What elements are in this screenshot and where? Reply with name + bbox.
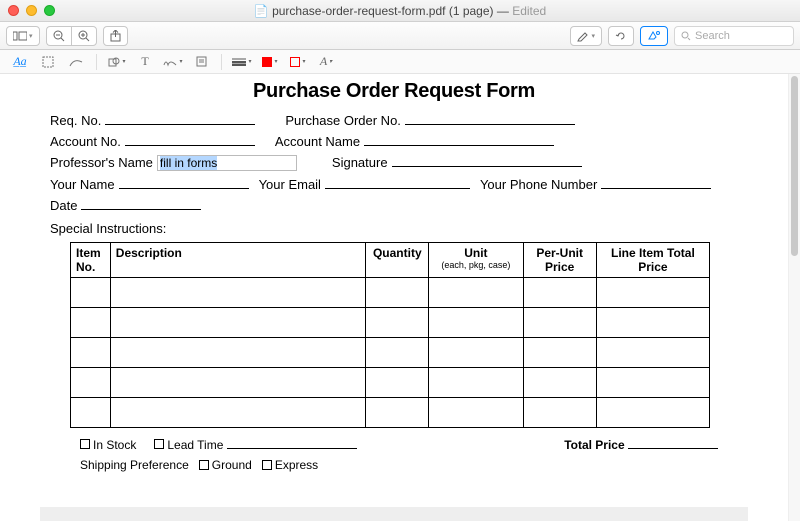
col-line-total: Line Item Total Price [596,243,709,278]
text-tool[interactable]: T [133,53,157,71]
col-item-no: Item No. [71,243,111,278]
professor-name-field[interactable]: fill in forms [157,155,297,171]
your-name-label: Your Name [50,177,115,192]
rotate-button[interactable] [608,26,634,46]
shapes-tool[interactable]: ▾ [105,53,129,71]
markup-toolbar: A̲a̲ ▾ T ▾ ▾ ▾ ▾ A▾ [0,50,800,74]
table-row[interactable] [71,368,710,398]
line-items-table: Item No. Description Quantity Unit(each,… [70,242,710,428]
sign-tool[interactable]: ▾ [161,53,185,71]
in-stock-checkbox[interactable] [80,439,90,449]
traffic-lights [8,5,55,16]
your-email-field[interactable] [325,175,470,189]
table-row[interactable] [71,308,710,338]
signature-field[interactable] [392,153,582,167]
lead-time-label: Lead Time [167,438,223,452]
total-price-field[interactable] [628,448,718,449]
text-style-tool[interactable]: A▾ [314,53,338,71]
document-viewport[interactable]: Purchase Order Request Form Req. No. Pur… [0,74,788,521]
fill-color-tool[interactable]: ▾ [286,53,310,71]
col-unit: Unit(each, pkg, case) [429,243,523,278]
professor-name-label: Professor's Name [50,155,153,170]
note-tool[interactable] [189,53,213,71]
highlight-button[interactable]: ▾ [570,26,602,46]
sketch-tool[interactable] [64,53,88,71]
minimize-window-button[interactable] [26,5,37,16]
your-phone-field[interactable] [601,175,711,189]
date-field[interactable] [81,196,201,210]
account-no-label: Account No. [50,134,121,149]
date-label: Date [50,198,77,213]
share-button[interactable] [103,26,128,46]
table-row[interactable] [71,278,710,308]
table-row[interactable] [71,338,710,368]
col-description: Description [110,243,366,278]
scrollbar-thumb[interactable] [791,76,798,256]
account-no-field[interactable] [125,132,255,146]
signature-label: Signature [332,155,388,170]
po-no-label: Purchase Order No. [285,113,401,128]
window-title: 📄 purchase-order-request-form.pdf (1 pag… [0,4,800,18]
border-color-tool[interactable]: ▾ [258,53,282,71]
ground-label: Ground [212,458,252,472]
table-row[interactable] [71,398,710,428]
close-window-button[interactable] [8,5,19,16]
main-toolbar: ▾ ▾ Search [0,22,800,50]
lead-time-field[interactable] [227,448,357,449]
zoom-in-button[interactable] [71,26,97,46]
your-email-label: Your Email [259,177,321,192]
rectangular-selection-tool[interactable] [36,53,60,71]
account-name-field[interactable] [364,132,554,146]
zoom-out-button[interactable] [46,26,71,46]
lead-time-checkbox[interactable] [154,439,164,449]
text-selection-tool[interactable]: A̲a̲ [8,53,32,71]
express-label: Express [275,458,318,472]
col-per-unit-price: Per-Unit Price [523,243,596,278]
zoom-window-button[interactable] [44,5,55,16]
window-titlebar: 📄 purchase-order-request-form.pdf (1 pag… [0,0,800,22]
your-name-field[interactable] [119,175,249,189]
form-title: Purchase Order Request Form [50,80,738,103]
col-quantity: Quantity [366,243,429,278]
req-no-field[interactable] [105,111,255,125]
special-instructions-label: Special Instructions: [50,221,738,236]
express-checkbox[interactable] [262,460,272,470]
account-name-label: Account Name [275,134,360,149]
in-stock-label: In Stock [93,438,136,452]
po-no-field[interactable] [405,111,575,125]
vertical-scrollbar[interactable] [788,74,800,521]
total-price-label: Total Price [564,438,624,452]
search-placeholder: Search [695,30,730,42]
page-footer-area [40,507,748,521]
search-input[interactable]: Search [674,26,794,46]
document-page: Purchase Order Request Form Req. No. Pur… [0,74,788,472]
view-mode-button[interactable]: ▾ [6,26,40,46]
markup-button[interactable] [640,26,668,46]
shipping-pref-label: Shipping Preference [80,458,189,472]
your-phone-label: Your Phone Number [480,177,597,192]
line-style-tool[interactable]: ▾ [230,53,254,71]
req-no-label: Req. No. [50,113,101,128]
ground-checkbox[interactable] [199,460,209,470]
